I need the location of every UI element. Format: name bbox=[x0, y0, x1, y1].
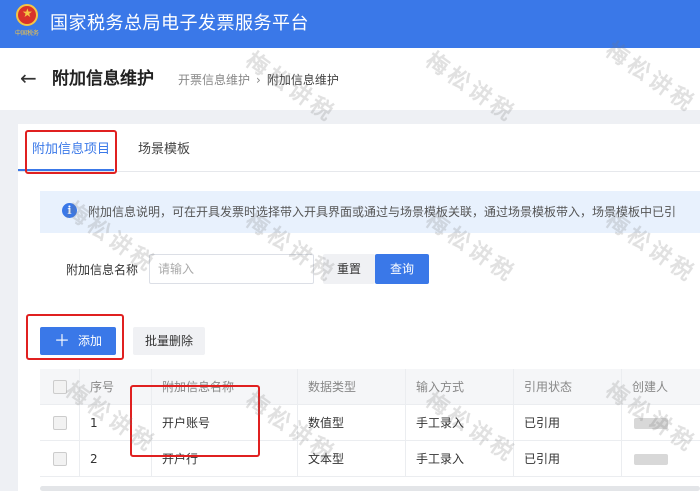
cell-type: 数值型 bbox=[298, 405, 406, 441]
breadcrumb-item-current: 附加信息维护 bbox=[266, 73, 339, 87]
row-select bbox=[40, 405, 80, 441]
filter-name-label: 附加信息名称 bbox=[66, 263, 139, 277]
top-bar: ★ 中国税务 国家税务总局电子发票服务平台 bbox=[0, 0, 700, 48]
content-card: 附加信息项目 场景模板 i 附加信息说明，可在开具发票时选择带入开具界面或通过与… bbox=[18, 124, 700, 491]
redacted-creator bbox=[634, 418, 668, 429]
query-button[interactable]: 查询 bbox=[375, 254, 429, 284]
page-header: ← 附加信息维护 开票信息维护 › 附加信息维护 bbox=[0, 48, 700, 110]
cell-input: 手工录入 bbox=[406, 441, 514, 477]
reset-button[interactable]: 重置 bbox=[323, 254, 375, 284]
redacted-creator bbox=[634, 454, 668, 465]
row-checkbox[interactable] bbox=[53, 416, 67, 430]
breadcrumb: 开票信息维护 › 附加信息维护 bbox=[178, 72, 339, 88]
highlight-box-rows bbox=[130, 385, 260, 457]
cell-status: 已引用 bbox=[514, 441, 622, 477]
breadcrumb-item-invoice-info[interactable]: 开票信息维护 bbox=[178, 73, 250, 87]
tab-scene-templates[interactable]: 场景模板 bbox=[138, 141, 190, 159]
bulk-delete-button[interactable]: 批量删除 bbox=[133, 327, 205, 355]
horizontal-scrollbar[interactable] bbox=[40, 486, 700, 491]
col-header-creator: 创建人 bbox=[632, 380, 669, 394]
tax-emblem-icon: ★ 中国税务 bbox=[12, 4, 42, 42]
filter-name-input[interactable] bbox=[149, 254, 314, 284]
header-select-all bbox=[40, 369, 80, 405]
breadcrumb-separator: › bbox=[256, 73, 261, 87]
arrow-left-icon[interactable]: ← bbox=[20, 66, 37, 90]
row-select bbox=[40, 441, 80, 477]
page-title: 附加信息维护 bbox=[52, 69, 154, 89]
cell-input: 手工录入 bbox=[406, 405, 514, 441]
select-all-checkbox[interactable] bbox=[53, 380, 67, 394]
cell-creator bbox=[622, 405, 700, 441]
info-icon: i bbox=[62, 203, 77, 218]
notice-banner: i 附加信息说明，可在开具发票时选择带入开具界面或通过与场景模板关联，通过场景模… bbox=[40, 191, 700, 233]
highlight-box-add bbox=[26, 314, 124, 360]
cell-creator bbox=[622, 441, 700, 477]
highlight-box-tab bbox=[25, 130, 117, 174]
col-header-type: 数据类型 bbox=[298, 369, 406, 405]
cell-status: 已引用 bbox=[514, 405, 622, 441]
notice-text: 附加信息说明，可在开具发票时选择带入开具界面或通过与场景模板关联，通过场景模板带… bbox=[88, 205, 677, 219]
cell-type: 文本型 bbox=[298, 441, 406, 477]
col-header-input: 输入方式 bbox=[406, 369, 514, 405]
emblem-text: 中国税务 bbox=[14, 30, 39, 37]
row-checkbox[interactable] bbox=[53, 452, 67, 466]
col-header-status: 引用状态 bbox=[514, 369, 622, 405]
tab-bar: 附加信息项目 场景模板 bbox=[18, 124, 700, 172]
app-title: 国家税务总局电子发票服务平台 bbox=[50, 13, 309, 34]
